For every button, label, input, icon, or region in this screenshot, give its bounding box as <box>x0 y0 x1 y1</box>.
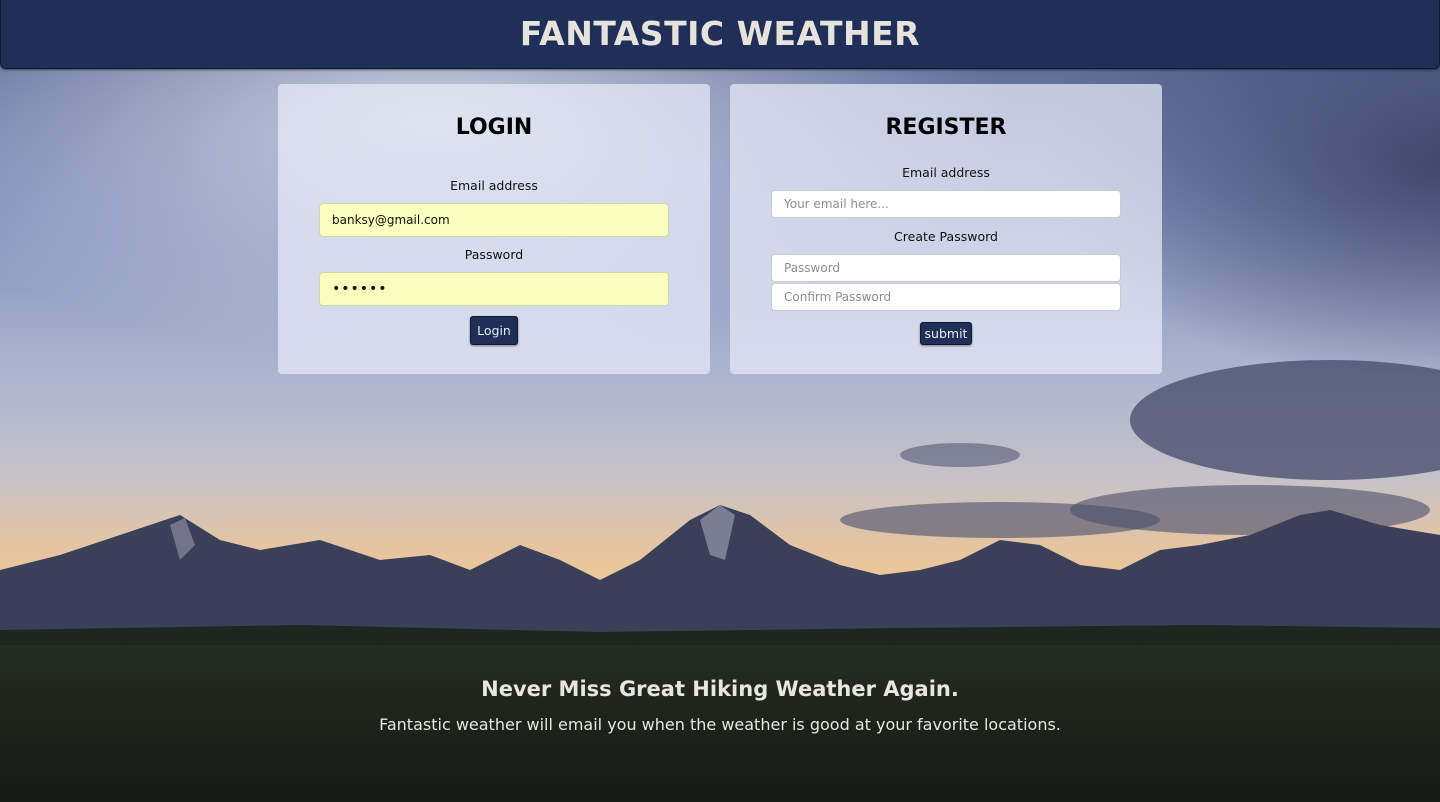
page: FANTASTIC WEATHER LOGIN Email address ba… <box>0 0 1440 802</box>
register-password-input[interactable]: Password <box>771 254 1121 282</box>
login-email-input[interactable]: banksy@gmail.com <box>319 203 669 237</box>
register-submit-button[interactable]: submit <box>920 322 972 345</box>
register-email-input[interactable]: Your email here... <box>771 190 1121 218</box>
tagline-subtext: Fantastic weather will email you when th… <box>379 715 1061 734</box>
login-panel: LOGIN Email address banksy@gmail.com Pas… <box>278 84 710 374</box>
register-confirm-password-input[interactable]: Confirm Password <box>771 283 1121 311</box>
login-password-label: Password <box>464 247 524 262</box>
login-button[interactable]: Login <box>470 316 518 345</box>
app-title: FANTASTIC WEATHER <box>519 14 921 53</box>
register-panel: REGISTER Email address Your email here..… <box>730 84 1162 374</box>
login-heading: LOGIN <box>455 115 533 140</box>
register-heading: REGISTER <box>885 115 1007 140</box>
login-password-input[interactable]: •••••• <box>319 272 669 306</box>
tagline-headline: Never Miss Great Hiking Weather Again. <box>481 677 959 701</box>
login-email-label: Email address <box>450 178 538 193</box>
register-create-password-label: Create Password <box>894 229 998 244</box>
app-header: FANTASTIC WEATHER <box>0 0 1440 69</box>
register-email-label: Email address <box>902 165 990 180</box>
